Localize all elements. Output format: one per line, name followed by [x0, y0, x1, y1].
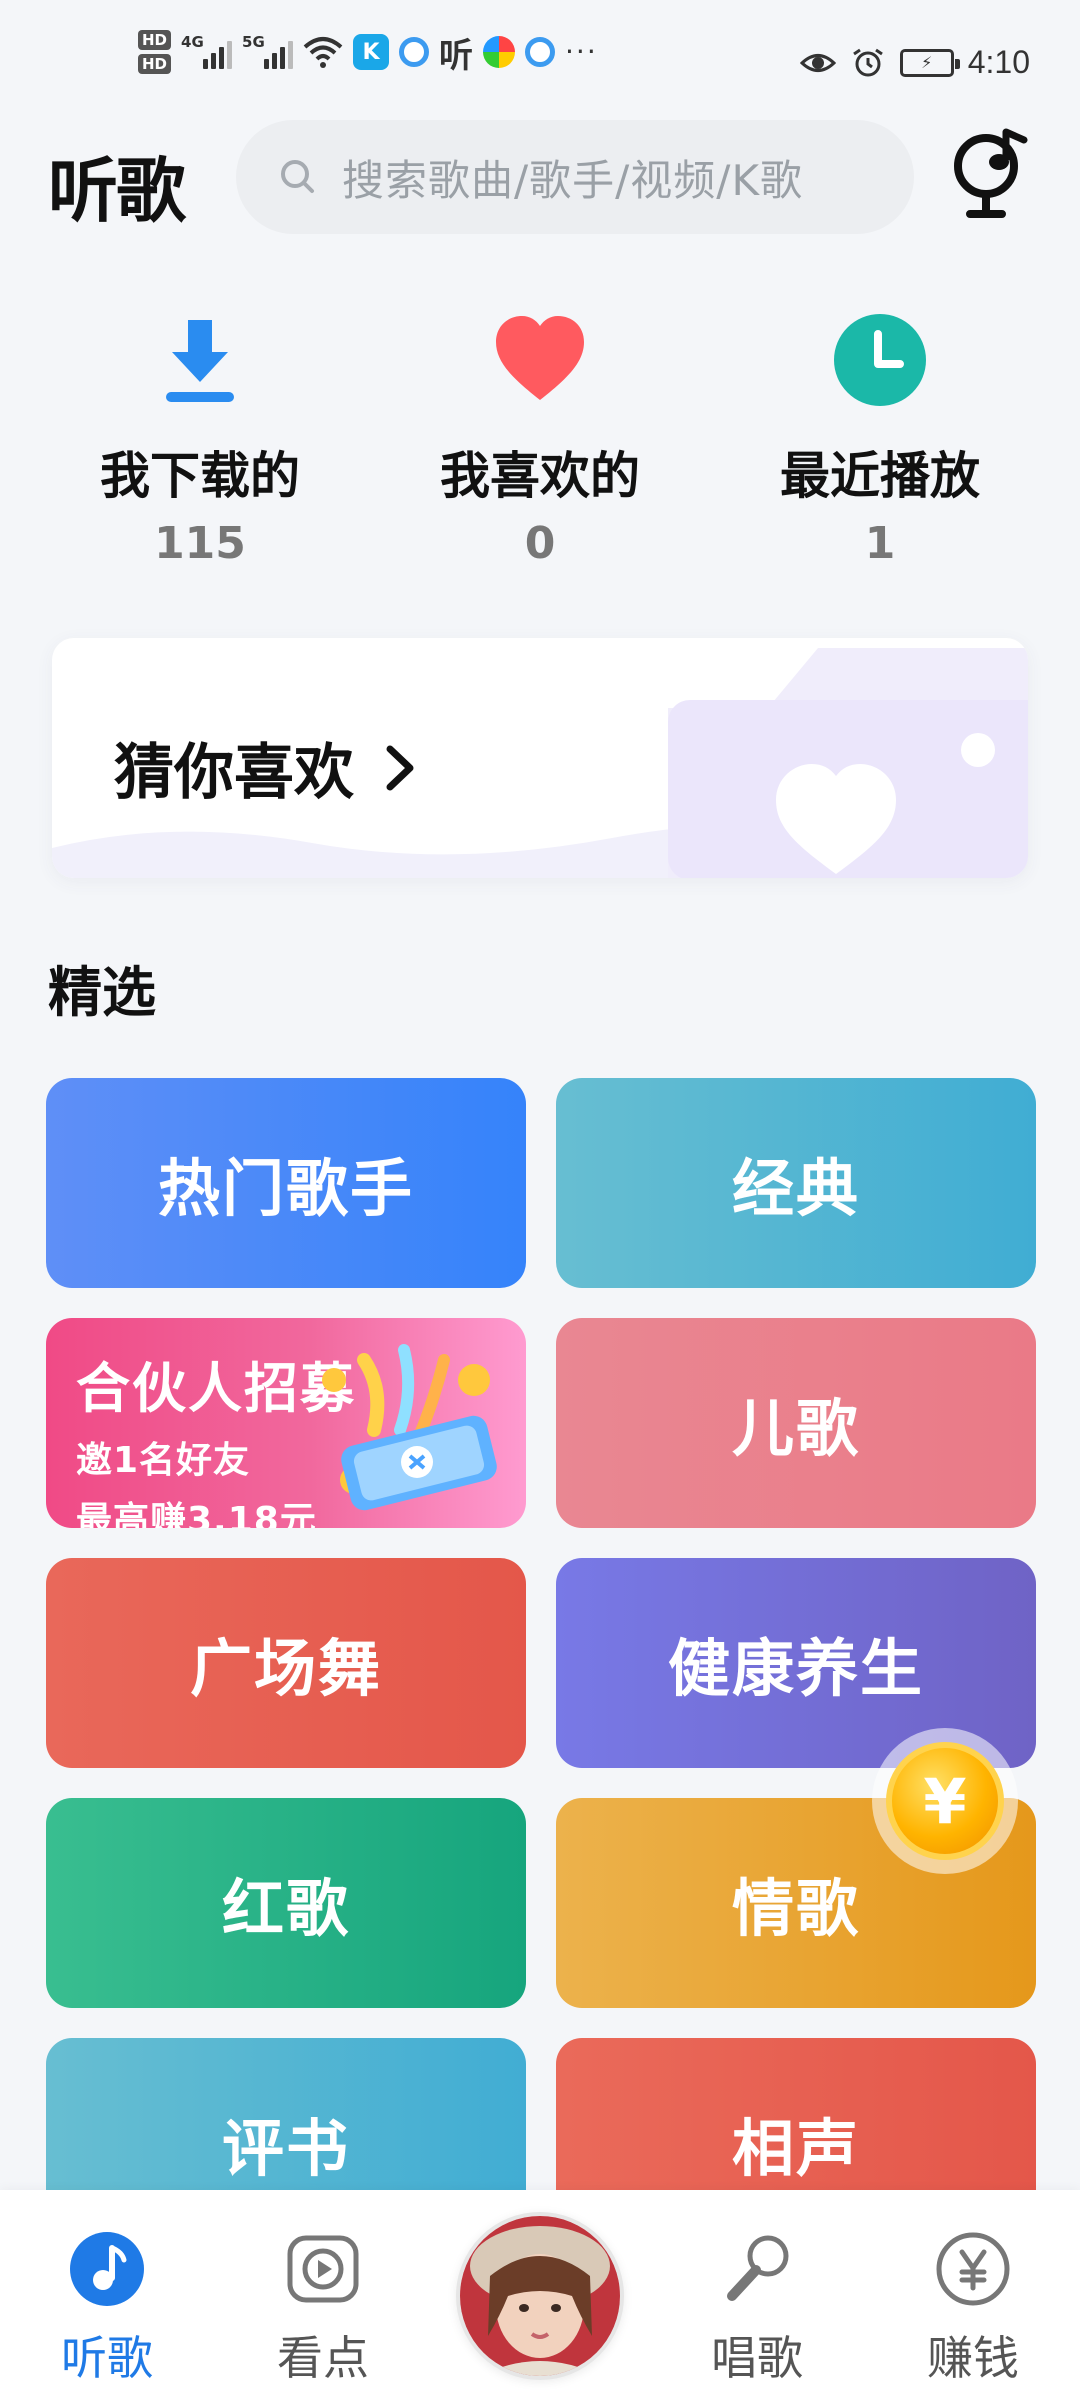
nav-listen[interactable]: 听歌: [32, 2230, 182, 2388]
signal-4g-icon: 4G: [181, 33, 233, 69]
page-title: 听歌: [48, 150, 186, 232]
nav-watch-label: 看点: [277, 2331, 369, 2385]
hd1-badge: HD: [138, 30, 172, 50]
tile-square-dance-label: 广场舞: [189, 1632, 382, 1705]
radio-heart-decoration: [668, 648, 1028, 878]
tile-hot-singers-label: 热门歌手: [157, 1152, 414, 1225]
tile-classic[interactable]: 经典: [556, 1078, 1036, 1288]
my-favorites-label: 我喜欢的: [440, 447, 640, 505]
hd2-badge: HD: [138, 54, 172, 74]
tile-children-songs-label: 儿歌: [731, 1392, 860, 1465]
quick-entries: 我下载的 115 我喜欢的 0 最近播放 1: [0, 312, 1080, 572]
net-label-2: 5G: [242, 33, 265, 51]
more-notifications-icon: ···: [565, 35, 598, 68]
battery-icon: ⚡: [899, 48, 960, 77]
now-playing-avatar[interactable]: [456, 2212, 624, 2380]
browser-app-icon: [399, 37, 430, 67]
section-title-featured: 精选: [48, 961, 156, 1024]
recent-played-label: 最近播放: [780, 447, 980, 505]
wifi-icon: [303, 35, 343, 69]
search-input[interactable]: 搜索歌曲/歌手/视频/K歌: [236, 120, 914, 234]
net-label-1: 4G: [181, 33, 204, 51]
yuan-coin-icon: ¥: [886, 1742, 1004, 1860]
tile-red-songs[interactable]: 红歌: [46, 1798, 526, 2008]
download-icon: [166, 320, 234, 402]
clock-time: 4:10: [967, 44, 1030, 80]
status-right: ⚡ 4:10: [799, 44, 1030, 81]
my-favorites-count: 0: [524, 518, 556, 569]
tile-love-songs-label: 情歌: [731, 1872, 860, 1945]
nav-watch[interactable]: 看点: [248, 2230, 398, 2388]
karaoke-mic-icon[interactable]: [946, 126, 1036, 222]
chevron-right-icon: [386, 745, 414, 790]
kugou-app-icon: K: [353, 34, 390, 70]
my-downloads-count: 115: [154, 518, 246, 569]
nav-sing-label: 唱歌: [711, 2331, 803, 2385]
album-cover-image: [460, 2216, 620, 2376]
play-video-icon: [287, 2235, 359, 2303]
recent-played-count: 1: [864, 518, 896, 569]
tile-hot-singers[interactable]: 热门歌手: [46, 1078, 526, 1288]
search-icon: [281, 160, 314, 193]
recent-played-entry[interactable]: 最近播放 1: [730, 312, 1030, 569]
guess-label: 猜你喜欢: [114, 738, 354, 808]
guess-title: 猜你喜欢: [114, 724, 416, 811]
my-downloads-entry[interactable]: 我下载的 115: [50, 312, 350, 569]
signal-5g-icon: 5G: [242, 33, 294, 69]
my-downloads-label: 我下载的: [100, 447, 300, 505]
tile-children-songs[interactable]: 儿歌: [556, 1318, 1036, 1528]
music-note-icon: [70, 2232, 144, 2306]
status-left: HD HD 4G 5G K 听 ···: [138, 30, 598, 76]
pinwheel-app-icon: [483, 36, 516, 68]
tile-partner-promo[interactable]: 合伙人招募 邀1名好友 最高赚3.18元: [46, 1318, 526, 1528]
phone-coins-illustration: [322, 1344, 497, 1511]
tile-crosstalk-label: 相声: [731, 2112, 860, 2185]
browser-app-icon-2: [525, 37, 556, 67]
ting-app-icon: 听: [439, 35, 474, 76]
tile-red-songs-label: 红歌: [221, 1872, 350, 1945]
heart-icon: [496, 316, 584, 400]
nav-sing[interactable]: 唱歌: [682, 2230, 832, 2388]
my-favorites-entry[interactable]: 我喜欢的 0: [390, 312, 690, 569]
nav-earn[interactable]: 赚钱: [898, 2230, 1048, 2388]
nav-listen-label: 听歌: [61, 2331, 153, 2385]
floating-coin-button[interactable]: ¥: [872, 1728, 1018, 1874]
guess-you-like-card[interactable]: 猜你喜欢: [52, 638, 1028, 878]
microphone-icon: [727, 2235, 789, 2301]
search-placeholder: 搜索歌曲/歌手/视频/K歌: [342, 155, 803, 205]
tile-square-dance[interactable]: 广场舞: [46, 1558, 526, 1768]
alarm-icon: [852, 48, 883, 76]
nav-earn-label: 赚钱: [927, 2331, 1019, 2385]
yuan-coin-nav-icon: [936, 2232, 1010, 2306]
tile-health-label: 健康养生: [667, 1632, 924, 1705]
tile-classic-label: 经典: [731, 1152, 860, 1225]
hd-indicators: HD HD: [138, 30, 172, 74]
status-bar: HD HD 4G 5G K 听 ··· ⚡ 4:10: [0, 0, 1080, 110]
tile-storytelling-label: 评书: [221, 2112, 350, 2185]
clock-icon: [834, 314, 926, 406]
eye-icon: [799, 53, 836, 72]
